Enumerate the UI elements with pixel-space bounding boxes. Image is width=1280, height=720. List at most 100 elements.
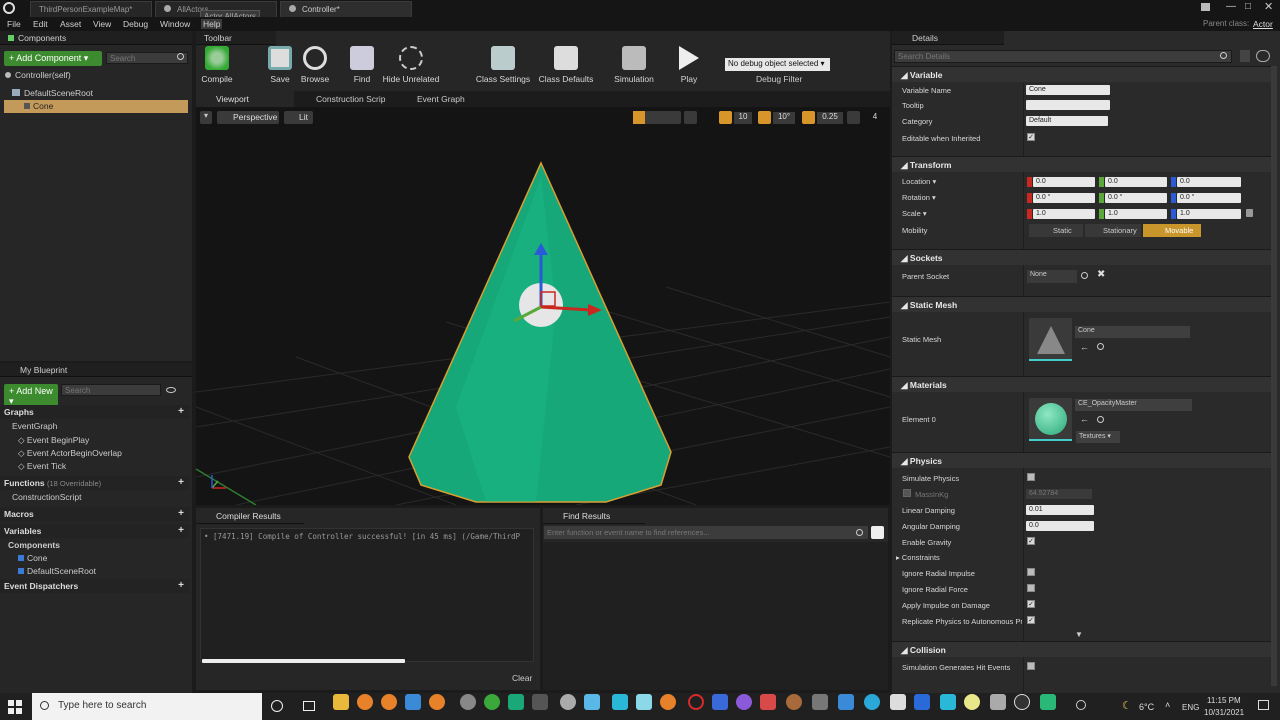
- close-button[interactable]: ✕: [1264, 0, 1273, 13]
- tree-item-default-scene-root[interactable]: DefaultSceneRoot: [12, 88, 93, 98]
- parent-socket-field[interactable]: None: [1027, 270, 1077, 283]
- compiler-results-tab[interactable]: Compiler Results: [196, 508, 304, 524]
- camera-speed-icon[interactable]: [847, 111, 860, 124]
- ignore-radial-force-checkbox[interactable]: [1027, 584, 1035, 592]
- hit-events-checkbox[interactable]: [1027, 662, 1035, 670]
- app-icon-cyan-2[interactable]: [940, 694, 956, 710]
- cortana-icon[interactable]: [271, 700, 283, 712]
- scale-x-input[interactable]: 1.0: [1033, 209, 1095, 219]
- task-view-icon[interactable]: [303, 701, 315, 711]
- functions-section[interactable]: Functions (18 Overridable) +: [0, 476, 190, 490]
- grid-snap-value[interactable]: 10: [734, 112, 752, 124]
- app-icon-dark[interactable]: [532, 694, 548, 710]
- clear-button[interactable]: Clear: [512, 673, 532, 683]
- temperature[interactable]: 6°C: [1139, 702, 1154, 712]
- blender-icon-3[interactable]: [660, 694, 676, 710]
- app-icon-blue-4[interactable]: [914, 694, 930, 710]
- add-component-button[interactable]: + Add Component ▾: [4, 51, 102, 66]
- simulate-physics-checkbox[interactable]: [1027, 473, 1035, 481]
- grid-snap-icon[interactable]: [719, 111, 732, 124]
- clock-time[interactable]: 11:15 PM: [1207, 696, 1241, 705]
- app-icon-yellow[interactable]: [964, 694, 980, 710]
- app-icon-purple[interactable]: [736, 694, 752, 710]
- angular-damping-input[interactable]: 0.0: [1026, 521, 1094, 531]
- add-variable-icon[interactable]: +: [178, 525, 184, 536]
- scale-snap-icon[interactable]: [802, 111, 815, 124]
- lit-button[interactable]: Lit: [284, 111, 313, 124]
- event-begin-play[interactable]: ◇ Event BeginPlay: [18, 435, 89, 446]
- components-search-input[interactable]: Search: [106, 52, 188, 64]
- scale-y-input[interactable]: 1.0: [1105, 209, 1167, 219]
- translate-icon[interactable]: [633, 111, 645, 124]
- scale-lock-icon[interactable]: [1246, 209, 1253, 217]
- find-search-icon[interactable]: [856, 529, 863, 536]
- viewport-options-button[interactable]: ▾: [200, 111, 212, 124]
- tab-event-graph[interactable]: Event Graph: [402, 94, 465, 104]
- rotation-snap-icon[interactable]: [758, 111, 771, 124]
- ignore-radial-impulse-checkbox[interactable]: [1027, 568, 1035, 576]
- event-graph-item[interactable]: EventGraph: [12, 421, 57, 431]
- debug-object-select[interactable]: No debug object selected ▾: [725, 58, 830, 71]
- material-select[interactable]: CE_OpacityMaster: [1075, 399, 1192, 411]
- rotation-z-input[interactable]: 0.0 °: [1177, 193, 1241, 203]
- app-icon-red[interactable]: [760, 694, 776, 710]
- scale-snap-value[interactable]: 0.25: [817, 112, 843, 124]
- add-graph-icon[interactable]: +: [178, 406, 184, 417]
- unreal-taskbar-icon[interactable]: [1014, 694, 1030, 710]
- menu-file[interactable]: File: [7, 19, 21, 29]
- source-control-icon[interactable]: [1201, 3, 1210, 11]
- start-button[interactable]: [8, 700, 22, 714]
- add-macro-icon[interactable]: +: [178, 508, 184, 519]
- app-icon-green-2[interactable]: [1040, 694, 1056, 710]
- eye-icon[interactable]: [166, 387, 176, 393]
- menu-edit[interactable]: Edit: [33, 19, 48, 29]
- opera-icon[interactable]: [688, 694, 704, 710]
- mobility-static[interactable]: Static: [1029, 224, 1083, 237]
- binoculars-icon[interactable]: [871, 526, 884, 539]
- app-icon-gray[interactable]: [560, 694, 576, 710]
- add-dispatcher-icon[interactable]: +: [178, 580, 184, 591]
- rotation-x-input[interactable]: 0.0 °: [1033, 193, 1095, 203]
- compiler-scrollbar[interactable]: [202, 659, 405, 663]
- language-indicator[interactable]: ENG: [1182, 703, 1199, 712]
- enable-gravity-checkbox[interactable]: ✓: [1027, 537, 1035, 545]
- event-actor-begin-overlap[interactable]: ◇ Event ActorBeginOverlap: [18, 448, 122, 459]
- graphs-section[interactable]: Graphs +: [0, 405, 190, 419]
- app-icon-blue-2[interactable]: [712, 694, 728, 710]
- camera-speed-value[interactable]: 4: [868, 112, 882, 124]
- event-dispatchers-section[interactable]: Event Dispatchers +: [0, 579, 190, 593]
- menu-window[interactable]: Window: [160, 19, 190, 29]
- play-button[interactable]: Play: [664, 46, 714, 84]
- transform-mode-group[interactable]: [633, 111, 681, 124]
- use-selected-material-icon[interactable]: ←: [1080, 414, 1089, 424]
- clock-date[interactable]: 10/31/2021: [1204, 708, 1244, 717]
- app-icon-white[interactable]: [890, 694, 906, 710]
- class-defaults-button[interactable]: Class Defaults: [536, 46, 596, 84]
- variables-section[interactable]: Variables +: [0, 524, 190, 538]
- edge-icon[interactable]: [864, 694, 880, 710]
- file-explorer-icon[interactable]: [333, 694, 349, 710]
- use-selected-icon[interactable]: ←: [1080, 342, 1089, 352]
- app-icon-blue[interactable]: [405, 694, 421, 710]
- apply-impulse-checkbox[interactable]: ✓: [1027, 600, 1035, 608]
- constraints-row[interactable]: ▸ Constraints: [896, 553, 940, 562]
- simulation-button[interactable]: Simulation: [609, 46, 659, 84]
- tooltip-input[interactable]: [1026, 100, 1110, 110]
- material-thumbnail[interactable]: [1029, 398, 1072, 441]
- static-mesh-thumbnail[interactable]: [1029, 318, 1072, 361]
- var-default-scene-root[interactable]: DefaultSceneRoot: [18, 566, 96, 576]
- socket-search-icon[interactable]: [1081, 272, 1088, 279]
- blender-icon[interactable]: [357, 694, 373, 710]
- app-icon-orange[interactable]: [429, 694, 445, 710]
- var-components-group[interactable]: Components: [8, 540, 60, 550]
- browse-material-icon[interactable]: [1097, 416, 1104, 423]
- details-view-options-icon[interactable]: [1256, 50, 1270, 62]
- unreal-logo-icon[interactable]: [3, 2, 15, 14]
- variable-name-input[interactable]: Cone: [1026, 85, 1110, 95]
- menu-asset[interactable]: Asset: [60, 19, 81, 29]
- people-icon[interactable]: [1076, 700, 1086, 710]
- details-search-input[interactable]: Search Details: [894, 50, 1232, 63]
- mobility-movable[interactable]: Movable: [1143, 224, 1201, 237]
- rotation-y-input[interactable]: 0.0 °: [1105, 193, 1167, 203]
- variable-section[interactable]: ◢ Variable: [892, 66, 1277, 82]
